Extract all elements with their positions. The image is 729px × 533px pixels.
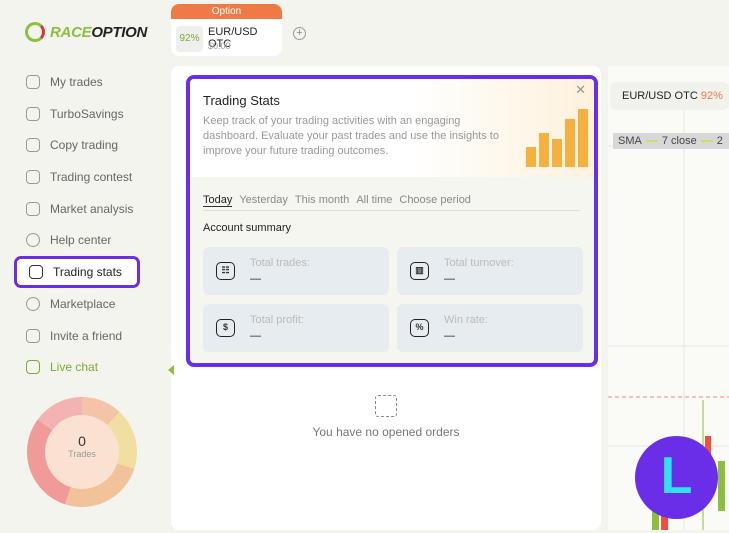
chat-icon (26, 360, 40, 375)
stat-card-win-rate: % Win rate: — (397, 304, 583, 352)
close-icon[interactable]: ✕ (575, 82, 586, 98)
analysis-icon (26, 201, 40, 216)
sidebar: My trades TurboSavings Copy trading Trad… (14, 66, 140, 383)
tab-this-month[interactable]: This month (295, 194, 349, 207)
percent-icon: % (410, 319, 429, 337)
people-icon (26, 328, 40, 343)
sidebar-item-turbosavings[interactable]: TurboSavings (14, 98, 140, 130)
sidebar-item-help-center[interactable]: Help center (14, 224, 140, 256)
popup-description: Keep track of your trading activities wi… (203, 115, 499, 157)
growth-chart-illustration (526, 109, 588, 167)
popup-title: Trading Stats (203, 93, 280, 108)
sidebar-item-trading-stats[interactable]: Trading stats (14, 256, 140, 289)
stat-card-total-turnover: ▥ Total turnover: — (397, 247, 583, 295)
stat-card-total-profit: $ Total profit: — (203, 304, 389, 352)
tab-all-time[interactable]: All time (356, 194, 392, 207)
stat-card-total-trades: ☷ Total trades: — (203, 247, 389, 295)
empty-orders: You have no opened orders (171, 395, 601, 439)
tab-yesterday[interactable]: Yesterday (239, 194, 288, 207)
orders-icon (375, 395, 397, 417)
copy-icon (26, 138, 40, 153)
sidebar-item-market-analysis[interactable]: Market analysis (14, 193, 140, 225)
sidebar-item-live-chat[interactable]: Live chat (14, 352, 140, 384)
trades-donut: 0 Trades (27, 397, 137, 507)
brand-logo[interactable]: RACEOPTION (25, 22, 147, 42)
bar-chart-icon (29, 265, 43, 280)
asset-tab[interactable]: Option 92% EUR/USD OTC $0.00 (171, 4, 282, 56)
collapse-handle[interactable] (168, 365, 174, 375)
checklist-icon: ☷ (216, 262, 235, 280)
gear-icon (26, 296, 40, 311)
sidebar-item-marketplace[interactable]: Marketplace (14, 288, 140, 320)
sidebar-item-invite-friend[interactable]: Invite a friend (14, 320, 140, 352)
tab-today[interactable]: Today (203, 194, 233, 207)
speedometer-icon (25, 22, 45, 42)
period-tabs: Today Yesterday This month All time Choo… (203, 194, 580, 211)
bar-chart-icon: ▥ (410, 262, 429, 280)
trading-stats-popup: Trading Stats Keep track of your trading… (186, 75, 598, 367)
trophy-icon (26, 169, 40, 184)
chart-asset-header[interactable]: EUR/USD OTC 92% (610, 82, 729, 110)
watermark-logo: L (635, 436, 718, 519)
sidebar-item-trading-contest[interactable]: Trading contest (14, 161, 140, 193)
sidebar-item-copy-trading[interactable]: Copy trading (14, 129, 140, 161)
info-icon (26, 233, 40, 248)
dollar-icon: $ (216, 319, 235, 337)
piggy-icon (26, 106, 40, 121)
sidebar-item-my-trades[interactable]: My trades (14, 66, 140, 98)
account-summary-heading: Account summary (203, 222, 292, 234)
sma-indicator-legend[interactable]: SMA 7 close 2 (613, 133, 729, 149)
add-tab-button[interactable]: + (293, 27, 306, 40)
list-icon (26, 74, 40, 89)
tab-choose-period[interactable]: Choose period (399, 194, 471, 207)
